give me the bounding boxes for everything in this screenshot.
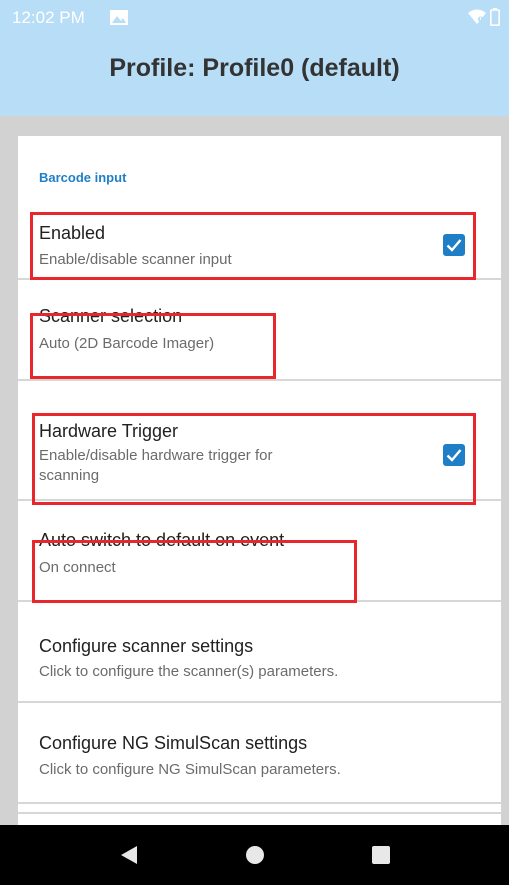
divider (18, 812, 501, 814)
pref-title: Configure NG SimulScan settings (39, 733, 308, 753)
checkmark-icon (446, 239, 462, 252)
pref-title: Hardware Trigger (39, 421, 179, 441)
pref-hardware-trigger[interactable]: Hardware Trigger Enable/disable hardware… (18, 381, 501, 499)
pref-summary: Click to configure the scanner(s) parame… (39, 663, 339, 680)
back-icon[interactable] (119, 845, 139, 865)
pref-auto-switch[interactable]: Auto switch to default on event On conne… (18, 501, 501, 600)
pref-title: Configure scanner settings (39, 636, 254, 656)
pref-summary: Auto (2D Barcode Imager) (39, 335, 215, 352)
recents-icon[interactable] (371, 845, 391, 865)
preferences-card: Barcode input Enabled Enable/disable sca… (18, 136, 501, 825)
pref-title: Scanner selection (39, 306, 183, 326)
pref-summary-line2: scanning (39, 467, 100, 484)
pref-configure-scanner-settings[interactable]: Configure scanner settings Click to conf… (18, 602, 501, 701)
enabled-checkbox[interactable] (443, 234, 465, 256)
section-header-barcode-input: Barcode input (39, 170, 127, 185)
pref-configure-ng-simulscan-settings[interactable]: Configure NG SimulScan settings Click to… (18, 703, 501, 802)
divider (18, 802, 501, 804)
home-icon[interactable] (245, 845, 265, 865)
pref-summary: Enable/disable hardware trigger for (39, 447, 273, 464)
checkmark-icon (446, 449, 462, 462)
pref-scanner-selection[interactable]: Scanner selection Auto (2D Barcode Image… (18, 280, 501, 379)
pref-summary: Click to configure NG SimulScan paramete… (39, 761, 341, 778)
pref-enabled[interactable]: Enabled Enable/disable scanner input (18, 196, 501, 278)
page-title: Profile: Profile0 (default) (109, 54, 400, 82)
app-bar: Profile: Profile0 (default) (0, 34, 509, 116)
hardware-trigger-checkbox[interactable] (443, 444, 465, 466)
pref-summary: Enable/disable scanner input (39, 251, 232, 268)
navigation-bar (0, 825, 509, 885)
pref-summary: On connect (39, 559, 116, 576)
preferences-list[interactable]: Barcode input Enabled Enable/disable sca… (0, 116, 509, 825)
pref-title: Auto switch to default on event (39, 530, 285, 550)
pref-title: Enabled (39, 223, 106, 243)
